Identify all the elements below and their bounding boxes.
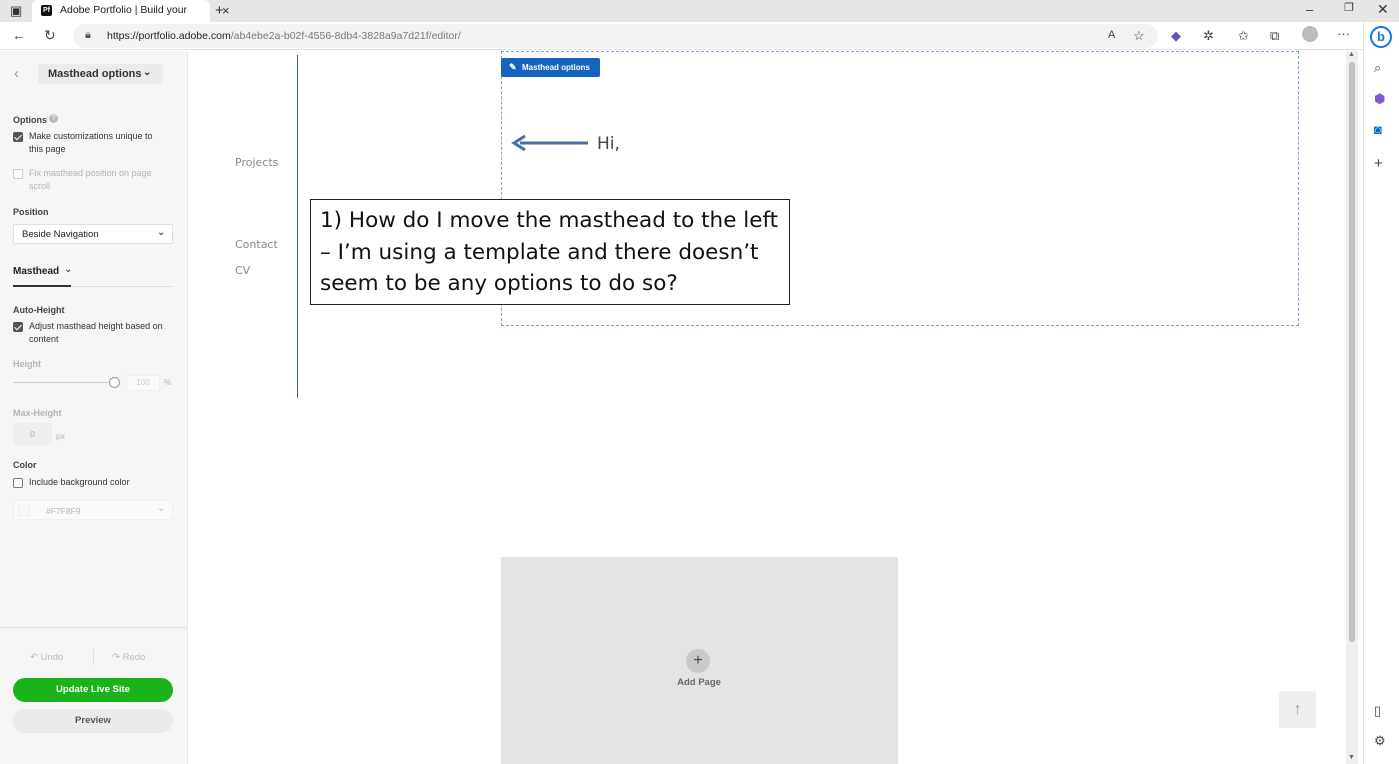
navigation-divider-line	[297, 55, 298, 398]
background-color-label: Include background color	[29, 477, 130, 487]
masthead-tab[interactable]: Masthead	[13, 266, 59, 277]
scrollbar-thumb[interactable]	[1349, 62, 1355, 642]
height-slider-track[interactable]	[13, 382, 109, 383]
nav-projects[interactable]: Projects	[235, 156, 278, 169]
active-tab-underline	[13, 285, 71, 287]
sidebar-toggle-icon[interactable]: ▯	[1374, 703, 1381, 719]
panel-footer-divider	[0, 627, 188, 628]
position-label: Position	[13, 207, 49, 217]
tab-bar: ▣ Pf Adobe Portfolio | Build your own × …	[0, 0, 1399, 22]
url-host: https://portfolio.adobe.com	[107, 30, 231, 42]
search-icon[interactable]: ⌕	[1374, 60, 1381, 76]
max-height-label: Max-Height	[13, 408, 62, 418]
adjust-height-checkbox[interactable]	[13, 322, 23, 332]
read-aloud-icon[interactable]: A	[1108, 29, 1115, 41]
settings-gear-icon[interactable]: ⚙	[1374, 733, 1386, 749]
scroll-down-icon[interactable]: ▼	[1348, 754, 1355, 761]
unique-checkbox[interactable]	[13, 132, 23, 142]
chevron-down-icon: ⌄	[157, 227, 166, 238]
update-live-site-button[interactable]: Update Live Site	[13, 678, 173, 702]
extensions-puzzle-icon[interactable]: ✲	[1203, 28, 1214, 44]
height-label: Height	[13, 359, 41, 369]
undo-button[interactable]: ↶ Undo	[30, 652, 63, 663]
options-label: Options	[13, 115, 47, 125]
height-input[interactable]: 100	[126, 375, 160, 391]
tab-actions-icon[interactable]: ▣	[10, 4, 22, 17]
pencil-icon: ✎	[509, 62, 517, 72]
favorite-star-icon[interactable]: ☆	[1133, 28, 1145, 44]
chevron-down-icon: ⌄	[64, 264, 73, 275]
redo-label: Redo	[122, 652, 146, 663]
arrow-up-icon: ↑	[1293, 701, 1302, 718]
outlook-icon[interactable]: ◙	[1374, 122, 1382, 137]
max-height-input[interactable]: 0	[13, 423, 52, 445]
back-icon[interactable]: ←	[12, 27, 26, 43]
adobe-portfolio-favicon-icon: Pf	[41, 5, 52, 16]
url-path: /ab4ebe2a-b02f-4556-8db4-3828a9a7d21f/ed…	[230, 30, 461, 42]
fix-position-checkbox[interactable]	[13, 169, 23, 179]
new-tab-icon[interactable]: +	[215, 3, 224, 18]
profile-avatar-icon[interactable]	[1302, 26, 1318, 42]
tab-title: Adobe Portfolio | Build your own	[60, 4, 188, 16]
bing-chat-icon[interactable]: b	[1370, 26, 1392, 48]
page-scrollbar[interactable]: ▲ ▼	[1346, 51, 1358, 764]
nav-contact[interactable]: Contact	[235, 238, 278, 251]
background-color-checkbox[interactable]	[13, 478, 23, 488]
background-color-select[interactable]: #F7F8F9 ⌄	[13, 500, 173, 520]
extension-icon[interactable]: ◆	[1171, 28, 1181, 44]
masthead-text: Hi,	[597, 134, 620, 154]
undo-label: Undo	[40, 652, 64, 663]
question-callout: 1) How do I move the masthead to the lef…	[310, 199, 790, 305]
back-chevron-icon[interactable]: ‹	[14, 65, 19, 82]
masthead-options-button-label: Masthead options	[522, 63, 591, 72]
fix-position-label: Fix masthead position on page scroll	[29, 168, 152, 191]
collections-icon[interactable]: ⧉	[1270, 28, 1279, 44]
add-page-tile[interactable]: + Add Page	[501, 557, 898, 764]
minimize-icon[interactable]: –	[1306, 3, 1313, 16]
masthead-options-button[interactable]: ✎ Masthead options	[501, 58, 600, 77]
office-icon[interactable]: ⬢	[1374, 91, 1385, 107]
color-swatch	[18, 505, 30, 516]
preview-button[interactable]: Preview	[13, 709, 173, 733]
undo-redo-divider	[93, 649, 94, 665]
height-unit: %	[164, 378, 172, 387]
refresh-icon[interactable]: ↻	[44, 27, 56, 44]
height-slider-handle[interactable]	[109, 377, 120, 388]
background-color-value: #F7F8F9	[46, 506, 81, 516]
edge-sidebar: b ⌕ ⬢ ◙ + ▯ ⚙	[1363, 22, 1399, 764]
color-label: Color	[13, 460, 37, 470]
undo-icon: ↶	[30, 652, 41, 663]
max-height-unit: px	[56, 431, 65, 441]
adjust-height-label: Adjust masthead height based on content	[29, 321, 163, 344]
address-bar-row: ← ↻ 🔒︎ https://portfolio.adobe.com/ab4eb…	[0, 22, 1399, 50]
add-page-label: Add Page	[677, 677, 721, 688]
scroll-up-icon[interactable]: ▲	[1348, 51, 1355, 58]
close-window-icon[interactable]: ✕	[1377, 2, 1389, 16]
browser-tab[interactable]: Pf Adobe Portfolio | Build your own ×	[32, 0, 230, 22]
nav-cv[interactable]: CV	[235, 264, 250, 277]
annotation-arrow-icon	[511, 134, 588, 152]
restore-icon[interactable]: ❐	[1344, 3, 1354, 14]
chevron-down-icon: ⌄	[157, 503, 166, 514]
position-select[interactable]: Beside Navigation ⌄	[13, 224, 173, 244]
redo-icon: ↷	[112, 652, 123, 663]
favorites-icon[interactable]: ✩	[1238, 28, 1249, 44]
lock-icon: 🔒︎	[85, 29, 91, 41]
add-sidebar-app-icon[interactable]: +	[1374, 155, 1383, 172]
panel-header-dropdown[interactable]: Masthead options ⌄	[38, 64, 163, 84]
auto-height-label: Auto-Height	[13, 305, 65, 315]
position-value: Beside Navigation	[22, 229, 99, 240]
help-icon[interactable]: ?	[49, 114, 58, 123]
chevron-down-icon: ⌄	[143, 67, 152, 78]
panel-header-label: Masthead options	[48, 68, 142, 80]
plus-icon: +	[686, 649, 710, 673]
redo-button[interactable]: ↷ Redo	[112, 652, 145, 663]
url-field[interactable]: 🔒︎ https://portfolio.adobe.com/ab4ebe2a-…	[73, 24, 1158, 48]
unique-label: Make customizations unique to this page	[29, 131, 153, 154]
scroll-to-top-button[interactable]: ↑	[1279, 691, 1316, 728]
more-menu-icon[interactable]: ···	[1337, 26, 1350, 41]
masthead-options-panel: ‹ Masthead options ⌄ Options ? Make cust…	[0, 51, 188, 764]
